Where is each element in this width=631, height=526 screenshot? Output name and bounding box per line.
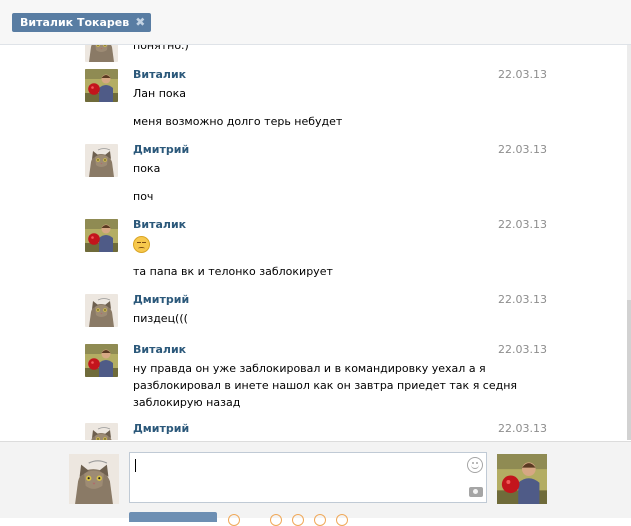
- sad-smiley-icon: [133, 235, 150, 253]
- message-author[interactable]: Виталик: [133, 343, 186, 356]
- text-caret: [135, 459, 136, 472]
- message-input[interactable]: [129, 452, 487, 503]
- message-date[interactable]: 22.03.13: [498, 343, 547, 356]
- message-date[interactable]: 22.03.13: [498, 422, 547, 435]
- message-author[interactable]: Дмитрий: [133, 293, 189, 306]
- camera-icon[interactable]: [469, 487, 483, 497]
- message-history[interactable]: понятно.) Виталик 22.03.13 Лан пока меня…: [56, 45, 627, 440]
- message-text: пиздец(((: [133, 312, 188, 325]
- message-text: та папа вк и телонко заблокирует: [133, 265, 333, 278]
- smiley-icon[interactable]: [467, 457, 483, 473]
- conversation-tab-label: Виталик Токарев: [20, 16, 130, 29]
- avatar[interactable]: [85, 144, 118, 177]
- avatar[interactable]: [85, 219, 118, 252]
- close-icon[interactable]: ✖: [135, 13, 145, 32]
- message-date[interactable]: 22.03.13: [498, 293, 547, 306]
- message-author[interactable]: Дмитрий: [133, 143, 189, 156]
- message-date[interactable]: 22.03.13: [498, 218, 547, 231]
- format-icon[interactable]: [270, 514, 282, 526]
- format-icon[interactable]: [314, 514, 326, 526]
- message-date[interactable]: 22.03.13: [498, 68, 547, 81]
- avatar[interactable]: [85, 344, 118, 377]
- my-avatar[interactable]: [69, 454, 119, 504]
- chat-header: Виталик Токарев ✖: [0, 0, 631, 45]
- message-date[interactable]: 22.03.13: [498, 143, 547, 156]
- message-text: ну правда он уже заблокировал и в команд…: [133, 362, 486, 375]
- message-author[interactable]: Виталик: [133, 218, 186, 231]
- conversation-tab[interactable]: Виталик Токарев ✖: [12, 13, 152, 32]
- message-text: заблокирую назад: [133, 396, 241, 409]
- avatar[interactable]: [85, 69, 118, 102]
- message-author[interactable]: Виталик: [133, 68, 186, 81]
- send-button[interactable]: [129, 512, 217, 522]
- message-text: понятно.): [133, 45, 189, 52]
- scrollbar-thumb[interactable]: [627, 300, 631, 440]
- avatar[interactable]: [85, 294, 118, 327]
- reply-area: [0, 441, 631, 526]
- avatar[interactable]: [85, 423, 118, 440]
- message-text: Лан пока: [133, 87, 187, 100]
- format-icon[interactable]: [336, 514, 348, 526]
- message-text: разблокировал в инете нашол как он завтр…: [133, 379, 518, 392]
- message-emoji-line: [133, 235, 150, 253]
- format-icon[interactable]: [292, 514, 304, 526]
- message-text: поч: [133, 190, 154, 203]
- message-text: меня возможно долго терь небудет: [133, 115, 343, 128]
- recipient-avatar[interactable]: [497, 454, 547, 504]
- message-author[interactable]: Дмитрий: [133, 422, 189, 435]
- avatar[interactable]: [85, 45, 118, 62]
- format-icon[interactable]: [228, 514, 240, 526]
- message-text: пока: [133, 162, 161, 175]
